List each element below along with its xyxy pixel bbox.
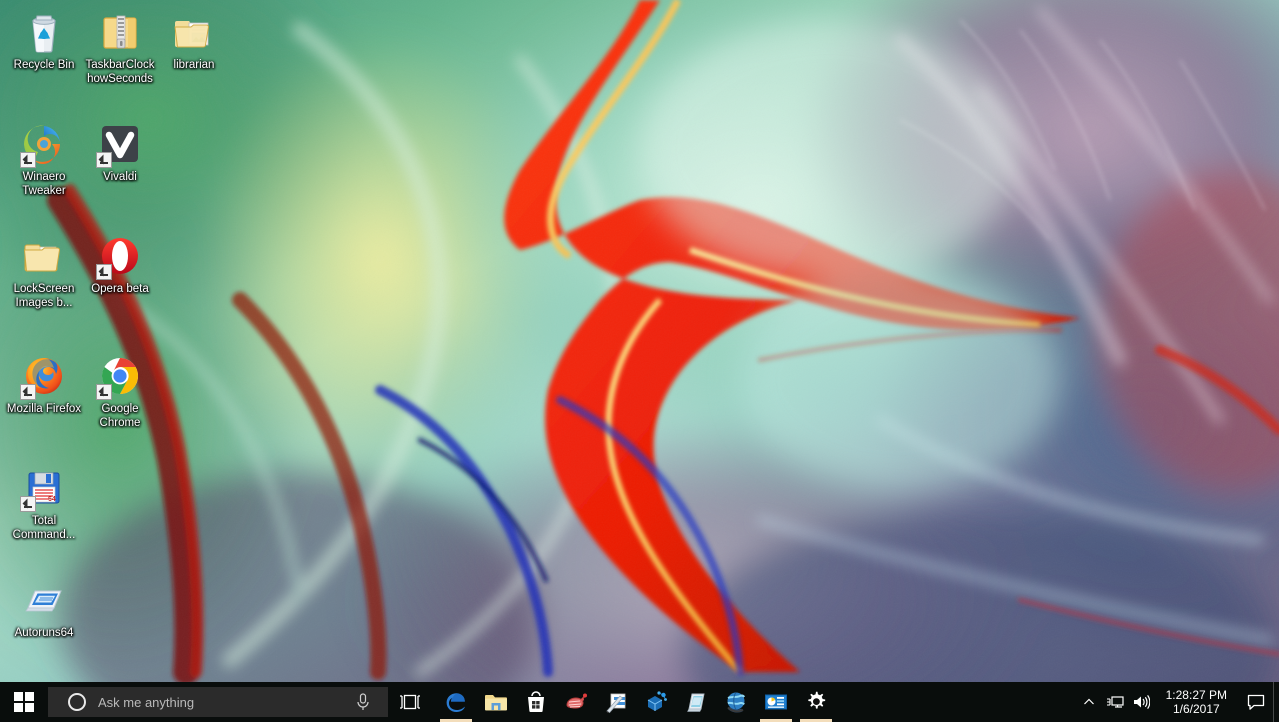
- desktop-icon-label: Opera beta: [91, 283, 149, 295]
- taskbar-app-microsoft-store[interactable]: [516, 682, 556, 722]
- firefox-icon: [20, 352, 68, 400]
- taskbar-app-microsoft-edge[interactable]: [436, 682, 476, 722]
- store-bag-icon: [524, 690, 548, 714]
- chrome-icon: [96, 352, 144, 400]
- network-cube-icon: [644, 690, 668, 714]
- desktop-icon-total-commander[interactable]: 64 Total Command...: [6, 464, 82, 542]
- desktop-icon-label: Google Chrome: [99, 403, 141, 429]
- shortcut-arrow-icon: [96, 264, 112, 280]
- note-pen-icon: [604, 690, 628, 714]
- clock-time: 1:28:27 PM: [1165, 688, 1227, 702]
- desktop-icon-winaero-tweaker[interactable]: Winaero Tweaker: [6, 120, 82, 198]
- network-status-button[interactable]: [1102, 682, 1128, 722]
- folder-files-icon: [20, 232, 68, 280]
- volume-button[interactable]: [1128, 682, 1154, 722]
- svg-text:64: 64: [48, 496, 56, 503]
- shortcut-arrow-icon: [20, 384, 36, 400]
- desktop-icon-label: LockScreen Images b...: [13, 283, 75, 309]
- taskbar: Ask me anything 1:28:27 PM 1/6/2017: [0, 682, 1279, 722]
- desktop-icon-layer: Recycle Bin TaskbarClock howSeconds libr…: [0, 0, 1279, 682]
- desktop-icon-label: Winaero Tweaker: [22, 171, 66, 197]
- shortcut-arrow-icon: [96, 152, 112, 168]
- folder-icon: [170, 8, 218, 56]
- desktop-icon-vivaldi[interactable]: Vivaldi: [82, 120, 158, 185]
- desktop-icon-label: Mozilla Firefox: [6, 403, 82, 415]
- recycle-bin-icon: [20, 8, 68, 56]
- desktop-icon-mozilla-firefox[interactable]: Mozilla Firefox: [6, 352, 82, 417]
- notification-icon: [1247, 694, 1265, 710]
- taskbar-spacer: [836, 682, 1076, 722]
- desktop-icon-opera-beta[interactable]: Opera beta: [82, 232, 158, 297]
- zip-folder-icon: [96, 8, 144, 56]
- chevron-up-icon: [1083, 698, 1094, 705]
- globe-icon: [724, 690, 748, 714]
- desktop-icon-taskbarclock[interactable]: TaskbarClock howSeconds: [82, 8, 158, 86]
- gear-icon: [804, 690, 828, 714]
- shortcut-arrow-icon: [96, 384, 112, 400]
- opera-icon: [96, 232, 144, 280]
- shortcut-arrow-icon: [20, 152, 36, 168]
- taskbar-app-sticky-notes[interactable]: [676, 682, 716, 722]
- taskbar-app-settings[interactable]: [796, 682, 836, 722]
- speaker-icon: [1133, 695, 1150, 709]
- action-center-button[interactable]: [1239, 682, 1273, 722]
- autoruns-icon: [20, 576, 68, 624]
- desktop[interactable]: Recycle Bin TaskbarClock howSeconds libr…: [0, 0, 1279, 682]
- desktop-icon-autoruns64[interactable]: Autoruns64: [6, 576, 82, 641]
- search-placeholder: Ask me anything: [98, 694, 195, 710]
- folder-icon: [484, 690, 508, 714]
- taskbar-app-file-explorer[interactable]: [476, 682, 516, 722]
- start-button[interactable]: [0, 682, 48, 722]
- desktop-icon-librarian[interactable]: librarian: [156, 8, 232, 73]
- clock-date: 1/6/2017: [1172, 702, 1220, 716]
- taskbar-app-notes-app[interactable]: [596, 682, 636, 722]
- vivaldi-icon: [96, 120, 144, 168]
- desktop-icon-google-chrome[interactable]: Google Chrome: [82, 352, 158, 430]
- floppy-disk-icon: 64: [20, 464, 68, 512]
- shortcut-arrow-icon: [20, 496, 36, 512]
- task-view-icon: [400, 694, 420, 710]
- desktop-icon-label: Recycle Bin: [13, 59, 75, 71]
- desktop-icon-lockscreen-images[interactable]: LockScreen Images b...: [6, 232, 82, 310]
- edge-icon: [444, 690, 468, 714]
- microphone-icon[interactable]: [352, 693, 374, 711]
- taskbar-app-network-app[interactable]: [636, 682, 676, 722]
- ham-icon: [564, 690, 588, 714]
- taskbar-app-meat-app[interactable]: [556, 682, 596, 722]
- task-view-button[interactable]: [388, 682, 432, 722]
- taskbar-app-winaero-tweaker[interactable]: [756, 682, 796, 722]
- network-monitor-icon: [1106, 696, 1124, 708]
- desktop-icon-label: Vivaldi: [103, 171, 137, 183]
- search-input[interactable]: Ask me anything: [48, 687, 388, 717]
- desktop-icon-label: Autoruns64: [14, 627, 74, 639]
- system-tray: 1:28:27 PM 1/6/2017: [1076, 682, 1279, 722]
- taskbar-app-list: [436, 682, 836, 722]
- show-desktop-button[interactable]: [1273, 682, 1279, 722]
- taskbar-clock[interactable]: 1:28:27 PM 1/6/2017: [1154, 682, 1239, 722]
- desktop-icon-recycle-bin[interactable]: Recycle Bin: [6, 8, 82, 73]
- tweaker-icon: [764, 690, 788, 714]
- desktop-icon-label: Total Command...: [12, 515, 76, 541]
- windows-logo-icon: [14, 692, 34, 712]
- cortana-circle-icon: [68, 693, 86, 711]
- desktop-icon-label: TaskbarClock howSeconds: [85, 59, 155, 85]
- taskbar-app-globe-app[interactable]: [716, 682, 756, 722]
- notepad-icon: [684, 690, 708, 714]
- desktop-icon-label: librarian: [173, 59, 215, 71]
- show-hidden-icons-button[interactable]: [1076, 682, 1102, 722]
- winaero-icon: [20, 120, 68, 168]
